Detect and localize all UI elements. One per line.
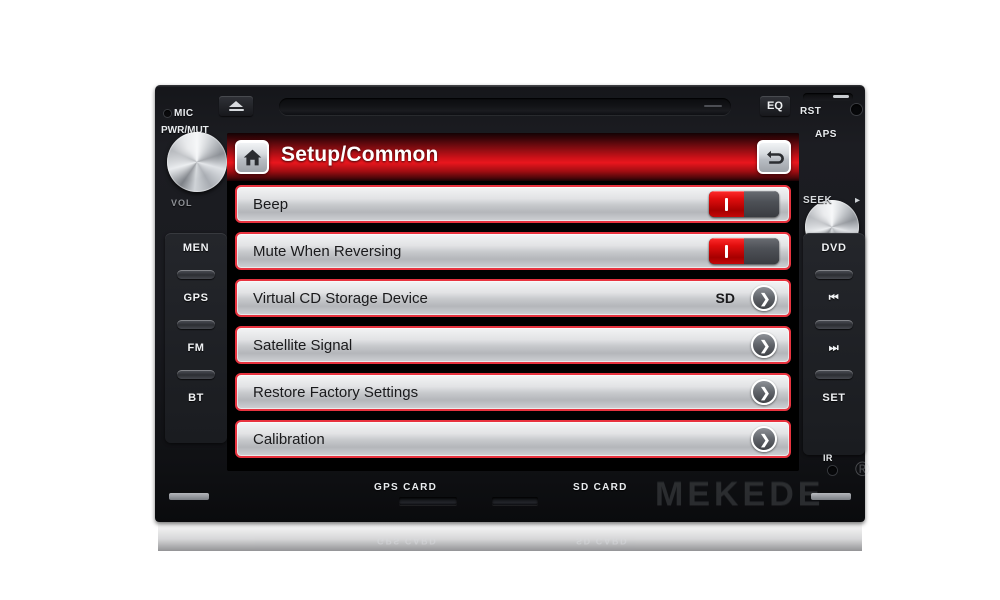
button-pill: [177, 320, 215, 329]
settings-menu-list: Beep Mute When Reversing Virtual CD Stor…: [227, 181, 799, 467]
previous-track-icon: ⏮: [828, 292, 840, 304]
left-button-column: MEN GPS FM BT: [165, 233, 227, 443]
menu-row-label: Restore Factory Settings: [253, 383, 419, 401]
reflection-sd-card-label: SD CARD: [576, 536, 629, 546]
menu-row-label: Satellite Signal: [253, 336, 353, 354]
page-title: Setup/Common: [281, 143, 439, 166]
right-button-column: DVD ⏮ ⏭ SET: [803, 233, 865, 455]
toggle-off-half: [744, 191, 779, 217]
button-set[interactable]: SET: [803, 383, 865, 433]
menu-row-satellite-signal[interactable]: Satellite Signal ❯: [235, 326, 791, 364]
toggle-on-half: [709, 191, 744, 217]
foot-strip-left: [169, 493, 209, 500]
menu-row-restore-factory-settings[interactable]: Restore Factory Settings ❯: [235, 373, 791, 411]
screenshot-stage: MIC PWR/MUT EQ RST APS VOL SEEK ◂ ▸ MEN …: [0, 0, 1000, 600]
volume-knob[interactable]: [163, 128, 231, 196]
volume-label: VOL: [171, 198, 193, 208]
button-dvd-label: DVD: [821, 242, 847, 254]
reset-slot: [803, 93, 853, 101]
button-bt-label: BT: [188, 392, 204, 404]
menu-row-beep[interactable]: Beep: [235, 185, 791, 223]
reset-hole[interactable]: [851, 104, 862, 115]
button-gps[interactable]: GPS: [165, 283, 227, 333]
button-pill: [815, 270, 853, 279]
menu-row-mute-when-reversing[interactable]: Mute When Reversing: [235, 232, 791, 270]
button-fm-label: FM: [187, 342, 205, 354]
menu-row-virtual-cd-storage-device[interactable]: Virtual CD Storage Device SD ❯: [235, 279, 791, 317]
back-arrow-icon: [766, 150, 784, 164]
menu-row-calibration[interactable]: Calibration ❯: [235, 420, 791, 458]
ir-label: IR: [823, 453, 833, 463]
home-button[interactable]: [235, 140, 269, 174]
button-fm[interactable]: FM: [165, 333, 227, 383]
knob-ring: [163, 128, 231, 196]
chevron-right-icon[interactable]: ❯: [751, 285, 777, 311]
brand-watermark: MEKEDE: [655, 475, 825, 513]
device-reflection: GPS CARD SD CARD: [158, 521, 862, 551]
eq-button[interactable]: EQ: [760, 96, 790, 116]
back-button[interactable]: [757, 140, 791, 174]
cd-slot: [279, 98, 731, 115]
mute-when-reversing-toggle[interactable]: [709, 238, 779, 264]
beep-toggle[interactable]: [709, 191, 779, 217]
button-pill: [177, 270, 215, 279]
chevron-right-icon[interactable]: ❯: [751, 379, 777, 405]
button-men[interactable]: MEN: [165, 233, 227, 283]
reflection-gps-card-label: GPS CARD: [377, 536, 438, 546]
eject-button[interactable]: [219, 96, 253, 116]
reset-label: RST: [800, 106, 822, 117]
gps-card-label: GPS CARD: [374, 482, 438, 493]
menu-row-label: Mute When Reversing: [253, 242, 402, 260]
seek-right-arrow-icon: ▸: [855, 195, 861, 206]
button-dvd[interactable]: DVD: [803, 233, 865, 283]
button-pill: [815, 370, 853, 379]
virtual-cd-storage-value: SD: [715, 290, 735, 306]
toggle-off-half: [744, 238, 779, 264]
ir-receiver: [828, 466, 837, 475]
brand-registered-mark: ®: [855, 459, 870, 481]
next-track-icon: ⏭: [828, 342, 840, 354]
button-bt[interactable]: BT: [165, 383, 227, 433]
button-gps-label: GPS: [183, 292, 209, 304]
sd-card-slot[interactable]: [492, 497, 538, 505]
eject-icon: [228, 101, 244, 111]
mic-label: MIC: [174, 108, 194, 119]
chevron-right-icon[interactable]: ❯: [751, 332, 777, 358]
toggle-on-half: [709, 238, 744, 264]
aps-label: APS: [815, 129, 837, 140]
button-pill: [177, 370, 215, 379]
menu-row-label: Virtual CD Storage Device: [253, 289, 428, 307]
microphone-hole: [164, 110, 171, 117]
car-head-unit-device: MIC PWR/MUT EQ RST APS VOL SEEK ◂ ▸ MEN …: [155, 85, 870, 522]
chevron-right-icon[interactable]: ❯: [751, 426, 777, 452]
button-pill: [815, 320, 853, 329]
home-icon: [243, 149, 261, 165]
seek-label: SEEK: [803, 195, 833, 206]
menu-row-label: Calibration: [253, 430, 325, 448]
button-set-label: SET: [822, 392, 846, 404]
sd-card-label: SD CARD: [573, 482, 628, 493]
button-men-label: MEN: [182, 242, 210, 254]
toggle-on-indicator: [725, 197, 728, 211]
button-previous-track[interactable]: ⏮: [803, 283, 865, 333]
toggle-on-indicator: [725, 244, 728, 258]
gps-card-slot[interactable]: [399, 497, 457, 505]
touch-screen[interactable]: Setup/Common Beep Mute When Reversing Vi…: [227, 133, 799, 471]
foot-strip-right: [811, 493, 851, 500]
button-next-track[interactable]: ⏭: [803, 333, 865, 383]
screen-header-bar: Setup/Common: [227, 133, 799, 181]
menu-row-label: Beep: [253, 195, 289, 213]
